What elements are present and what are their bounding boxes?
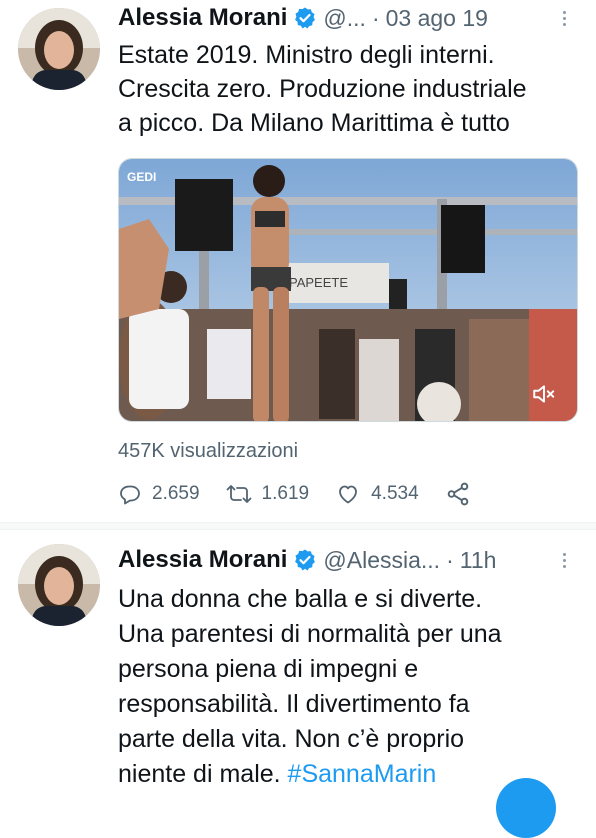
- tweet-text: Estate 2019. Ministro degli interni. Cre…: [118, 41, 527, 137]
- video-watermark: GEDI: [127, 170, 156, 184]
- hashtag-link[interactable]: #SannaMarin: [288, 760, 437, 788]
- separator-dot: ·: [371, 4, 380, 31]
- author-handle[interactable]: @Alessia...: [323, 547, 440, 574]
- verified-badge-icon: [295, 7, 316, 29]
- heart-icon: [339, 485, 357, 504]
- tweet-2[interactable]: Alessia Morani @Alessia... · 11h Una don…: [0, 530, 596, 800]
- separator-dot: ·: [446, 546, 454, 573]
- timestamp[interactable]: 03 ago 19: [386, 5, 488, 32]
- like-button[interactable]: 4.534: [335, 482, 419, 506]
- avatar-photo: [18, 544, 100, 626]
- author-handle[interactable]: @...: [323, 5, 366, 32]
- retweet-icon: [226, 485, 251, 503]
- more-options-icon[interactable]: [552, 6, 576, 30]
- tweet-text: Una donna che balla e si diverte. Una pa…: [118, 582, 578, 792]
- avatar-photo: [18, 8, 100, 90]
- tweet-actions: 2.659 1.619 4.534: [118, 478, 507, 510]
- verified-badge-icon: [295, 549, 316, 571]
- speaker-muted-icon[interactable]: [531, 381, 557, 407]
- retweet-count: 1.619: [261, 483, 310, 504]
- tweet-header: Alessia Morani @Alessia... · 11h: [118, 542, 576, 578]
- avatar[interactable]: [18, 8, 100, 90]
- tweet-header: Alessia Morani @... · 03 ago 19: [118, 0, 576, 36]
- video-frame: PAPEETE GEDI: [119, 159, 577, 421]
- avatar[interactable]: [18, 544, 100, 626]
- reply-count: 2.659: [152, 483, 200, 504]
- reply-button[interactable]: 2.659: [118, 482, 200, 506]
- tweet-text-content: Una donna che balla e si diverte. Una pa…: [118, 585, 502, 788]
- view-count[interactable]: 457K visualizzazioni: [118, 440, 298, 463]
- reply-icon: [120, 485, 140, 505]
- timestamp[interactable]: 11h: [460, 547, 497, 574]
- compose-button[interactable]: [496, 778, 556, 838]
- video-sign-text: PAPEETE: [289, 275, 348, 290]
- author-name[interactable]: Alessia Morani: [118, 4, 287, 32]
- tweet-1[interactable]: Alessia Morani @... · 03 ago 19 Estate 2…: [0, 0, 596, 522]
- tweet-divider: [0, 522, 596, 530]
- author-name[interactable]: Alessia Morani: [118, 546, 287, 574]
- share-button[interactable]: [445, 481, 481, 507]
- like-count: 4.534: [371, 483, 419, 504]
- tweet-video[interactable]: PAPEETE GEDI: [118, 158, 578, 422]
- share-icon: [447, 482, 468, 506]
- more-options-icon[interactable]: [552, 548, 576, 572]
- retweet-button[interactable]: 1.619: [226, 482, 310, 506]
